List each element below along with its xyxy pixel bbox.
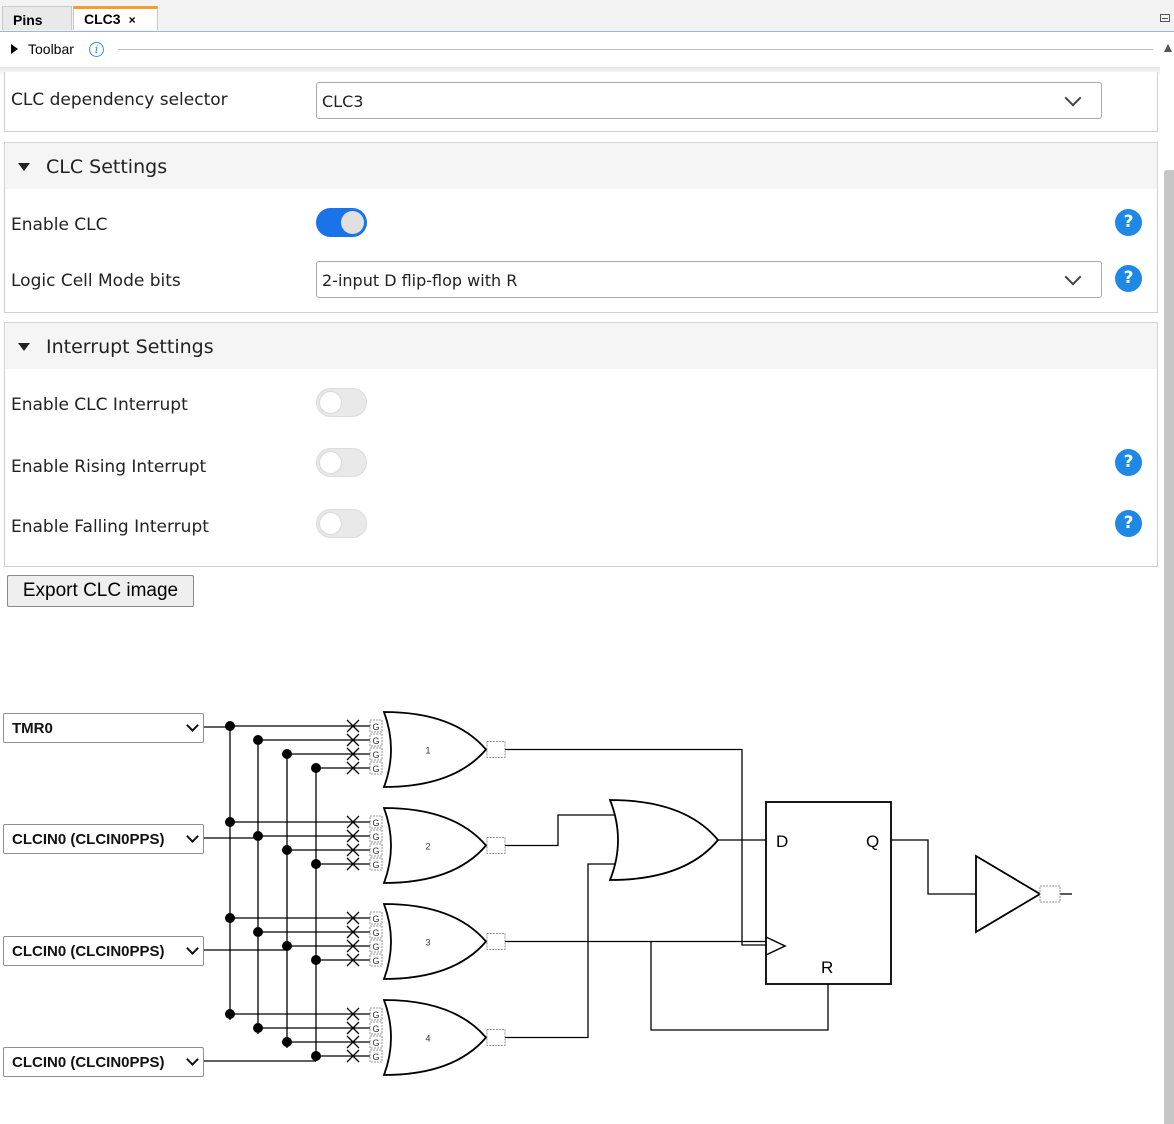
rising-interrupt-toggle[interactable]: [316, 448, 367, 477]
help-icon[interactable]: ?: [1115, 449, 1142, 476]
junction-dot: [282, 749, 292, 759]
inverter-glyph: G: [372, 914, 379, 924]
or-gate-combine: [608, 799, 720, 881]
interrupt-settings-header[interactable]: Interrupt Settings: [4, 322, 1158, 370]
junction-dot: [253, 927, 263, 937]
junction-dot: [253, 831, 263, 841]
output-polarity-box: [486, 1029, 506, 1046]
ff-q-label: Q: [866, 832, 879, 851]
junction-dot: [282, 845, 292, 855]
inverter-glyph: G: [372, 818, 379, 828]
gate-label: 1: [425, 746, 430, 756]
toolbar-row: Toolbar i: [0, 33, 1174, 67]
inverter-glyph: G: [372, 1052, 379, 1062]
enable-clc-label: Enable CLC: [11, 215, 108, 235]
inverter-glyph: G: [372, 846, 379, 856]
gate-label: 4: [425, 1034, 430, 1044]
junction-dot: [282, 1037, 292, 1047]
mode-select[interactable]: 2-input D flip-flop with R: [316, 261, 1102, 298]
collapse-arrow-icon: [18, 343, 30, 351]
inverter-glyph: G: [372, 956, 379, 966]
dependency-select[interactable]: CLC3: [316, 82, 1102, 119]
output-polarity-box: [486, 837, 506, 854]
junction-dot: [253, 735, 263, 745]
info-icon[interactable]: i: [89, 42, 104, 57]
falling-interrupt-label: Enable Falling Interrupt: [11, 517, 209, 537]
or-gate: [382, 807, 488, 884]
enable-interrupt-label: Enable CLC Interrupt: [11, 395, 188, 415]
junction-dot: [311, 763, 321, 773]
scroll-up-arrow-icon[interactable]: [1164, 44, 1172, 52]
enable-interrupt-toggle[interactable]: [316, 388, 367, 417]
output-polarity-box: [486, 933, 506, 950]
tab-clc3[interactable]: CLC3 ×: [73, 6, 158, 30]
ff-r-label: R: [821, 958, 833, 977]
junction-dot: [311, 859, 321, 869]
clc-diagram: TMR0 CLCIN0 (CLCIN0PPS) CLCIN0 (CLCIN0PP…: [0, 620, 1174, 1124]
mode-label: Logic Cell Mode bits: [11, 271, 181, 291]
junction-dot: [225, 721, 235, 731]
inverter-glyph: G: [372, 942, 379, 952]
tab-strip: Pins CLC3 ×: [0, 0, 1174, 32]
inverter-glyph: G: [372, 860, 379, 870]
export-clc-image-button[interactable]: Export CLC image: [7, 575, 194, 607]
or-gate: [382, 711, 488, 788]
junction-dot: [225, 1009, 235, 1019]
wire: [891, 839, 976, 895]
or-gate: [382, 999, 488, 1076]
or-gate: [382, 903, 488, 980]
enable-clc-toggle[interactable]: [316, 208, 367, 237]
junction-dot: [282, 941, 292, 951]
falling-interrupt-toggle[interactable]: [316, 509, 367, 538]
wire: [505, 814, 620, 847]
toolbar-divider: [118, 49, 1153, 50]
tab-clc3-label: CLC3: [84, 11, 121, 27]
ff-d-label: D: [776, 832, 788, 851]
chevron-down-icon: [1064, 89, 1082, 107]
inverter-glyph: G: [372, 722, 379, 732]
inverter-glyph: G: [372, 736, 379, 746]
junction-dot: [225, 817, 235, 827]
clc-settings-title: CLC Settings: [46, 156, 168, 178]
interrupt-settings-title: Interrupt Settings: [46, 336, 214, 358]
rising-interrupt-label: Enable Rising Interrupt: [11, 457, 207, 477]
logic-schematic: GGGG1GGGG2GGGG3GGGG4D QR: [204, 711, 1072, 1076]
inverter-glyph: G: [372, 928, 379, 938]
dependency-label: CLC dependency selector: [11, 90, 228, 110]
maximize-icon[interactable]: [1160, 14, 1170, 22]
dependency-panel: CLC dependency selector CLC3: [4, 72, 1158, 132]
output-polarity-box: [486, 741, 506, 758]
junction-dot: [225, 913, 235, 923]
gate-label: 3: [425, 938, 430, 948]
tab-pins[interactable]: Pins: [2, 6, 72, 30]
toolbar-toggle[interactable]: Toolbar: [28, 41, 74, 57]
junction-dot: [253, 1023, 263, 1033]
inverter-glyph: G: [372, 1024, 379, 1034]
gate-label: 2: [425, 842, 430, 852]
junction-dot: [311, 955, 321, 965]
inverter-glyph: G: [372, 832, 379, 842]
tab-pins-label: Pins: [13, 12, 43, 28]
chevron-down-icon: [1064, 268, 1082, 286]
mode-select-value: 2-input D flip-flop with R: [322, 271, 518, 290]
junction-dot: [311, 1051, 321, 1061]
inverter-glyph: G: [372, 1038, 379, 1048]
help-icon[interactable]: ?: [1115, 265, 1142, 292]
d-flip-flop: [765, 801, 892, 985]
output-buffer: [975, 854, 1042, 934]
help-icon[interactable]: ?: [1115, 510, 1142, 537]
close-icon[interactable]: ×: [129, 13, 136, 27]
inverter-glyph: G: [372, 750, 379, 760]
output-box: [1039, 885, 1061, 903]
inverter-glyph: G: [372, 764, 379, 774]
dependency-select-value: CLC3: [322, 92, 364, 111]
expand-arrow-icon[interactable]: [11, 44, 18, 54]
inverter-glyph: G: [372, 1010, 379, 1020]
clc-settings-header[interactable]: CLC Settings: [4, 142, 1158, 190]
collapse-arrow-icon: [18, 163, 30, 171]
wire: [505, 863, 620, 1039]
wires: [204, 719, 1072, 1063]
help-icon[interactable]: ?: [1115, 209, 1142, 236]
